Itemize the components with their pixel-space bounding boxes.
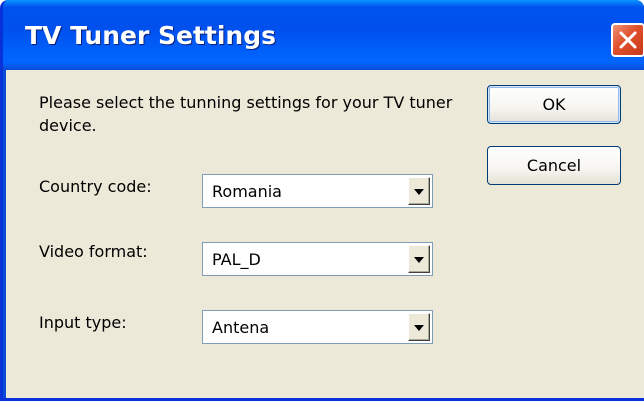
country-code-dropdown[interactable]: Romania bbox=[202, 174, 433, 208]
chevron-down-icon bbox=[414, 257, 424, 263]
input-type-value: Antena bbox=[212, 318, 270, 337]
dialog-body: Please select the tunning settings for y… bbox=[6, 70, 644, 398]
video-format-dropdown[interactable]: PAL_D bbox=[202, 242, 433, 276]
close-button[interactable] bbox=[611, 23, 644, 57]
dialog-window: TV Tuner Settings Please select the tunn… bbox=[0, 0, 644, 401]
title-bar[interactable]: TV Tuner Settings bbox=[3, 0, 644, 70]
close-icon bbox=[619, 31, 637, 49]
input-type-dropdown[interactable]: Antena bbox=[202, 310, 433, 344]
country-code-dropdown-button[interactable] bbox=[408, 177, 430, 205]
instructions-text: Please select the tunning settings for y… bbox=[39, 93, 453, 135]
country-code-value: Romania bbox=[212, 182, 282, 201]
ok-button[interactable]: OK bbox=[487, 85, 621, 124]
video-format-label: Video format: bbox=[39, 242, 148, 261]
cancel-button[interactable]: Cancel bbox=[487, 146, 621, 185]
input-type-label: Input type: bbox=[39, 313, 127, 332]
window-title: TV Tuner Settings bbox=[25, 21, 277, 50]
country-code-label: Country code: bbox=[39, 177, 152, 196]
input-type-dropdown-button[interactable] bbox=[408, 313, 430, 341]
chevron-down-icon bbox=[414, 189, 424, 195]
video-format-dropdown-button[interactable] bbox=[408, 245, 430, 273]
chevron-down-icon bbox=[414, 325, 424, 331]
video-format-value: PAL_D bbox=[212, 250, 261, 269]
